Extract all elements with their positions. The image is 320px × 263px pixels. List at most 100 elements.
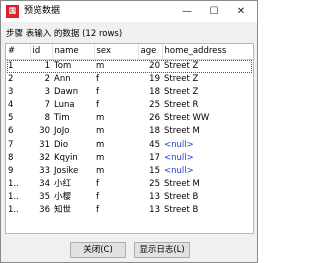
cell-name[interactable]: Tim	[52, 112, 94, 125]
cell-id[interactable]: 32	[30, 152, 52, 165]
cell-home-address[interactable]: Street M	[162, 178, 253, 191]
cell-sex[interactable]: m	[94, 165, 138, 178]
cell-name[interactable]: Tom	[52, 59, 94, 73]
maximize-icon[interactable]: ☐	[200, 1, 228, 22]
table-row[interactable]: 5 8 Tim m 26 Street WW	[6, 112, 253, 125]
table-row[interactable]: 9 33 Josike m 15 <null>	[6, 165, 253, 178]
cell-home-address[interactable]: <null>	[162, 152, 253, 165]
table-row[interactable]: 1.. 35 小樱 f 13 Street B	[6, 191, 253, 204]
cell-name[interactable]: Dio	[52, 138, 94, 151]
cell-rownum[interactable]: 3	[6, 86, 30, 99]
cell-sex[interactable]: m	[94, 112, 138, 125]
column-header[interactable]: #	[6, 44, 31, 60]
cell-age[interactable]: 17	[138, 152, 162, 165]
cell-id[interactable]: 7	[30, 99, 52, 112]
cell-sex[interactable]: m	[94, 152, 138, 165]
cell-home-address[interactable]: Street Z	[162, 59, 253, 73]
show-log-button[interactable]: 显示日志(L)	[134, 242, 190, 258]
cell-rownum[interactable]: 1..	[6, 204, 30, 217]
table-row[interactable]: 1.. 36 知世 f 13 Street B	[6, 204, 253, 217]
table-row[interactable]: 3 3 Dawn f 18 Street Z	[6, 86, 253, 99]
cell-name[interactable]: 小樱	[52, 191, 94, 204]
minimize-icon[interactable]: —	[173, 1, 201, 22]
cell-name[interactable]: 知世	[52, 204, 94, 217]
cell-home-address[interactable]: Street B	[162, 204, 253, 217]
title-bar[interactable]: 国 预览数据 — ☐ ✕	[1, 1, 257, 22]
cell-name[interactable]: 小红	[52, 178, 94, 191]
column-header[interactable]: sex	[94, 44, 139, 60]
cell-name[interactable]: Ann	[52, 73, 94, 86]
cell-rownum[interactable]: 1	[6, 59, 30, 73]
window-title: 预览数据	[24, 6, 61, 16]
cell-name[interactable]: Josike	[52, 165, 94, 178]
cell-rownum[interactable]: 7	[6, 138, 30, 151]
cell-sex[interactable]: m	[94, 125, 138, 138]
cell-id[interactable]: 3	[30, 86, 52, 99]
cell-sex[interactable]: f	[94, 99, 138, 112]
cell-age[interactable]: 25	[138, 99, 162, 112]
close-icon[interactable]: ✕	[227, 1, 255, 22]
cell-home-address[interactable]: Street Z	[162, 73, 253, 86]
cell-rownum[interactable]: 6	[6, 125, 30, 138]
cell-id[interactable]: 2	[30, 73, 52, 86]
data-table: # id name sex age home_address 1 1 Tom m 20 Street…	[6, 44, 253, 218]
cell-age[interactable]: 26	[138, 112, 162, 125]
column-header[interactable]: id	[30, 44, 53, 60]
cell-rownum[interactable]: 5	[6, 112, 30, 125]
table-row[interactable]: 1.. 34 小红 f 25 Street M	[6, 178, 253, 191]
cell-id[interactable]: 33	[30, 165, 52, 178]
cell-home-address[interactable]: Street Z	[162, 86, 253, 99]
cell-rownum[interactable]: 1..	[6, 191, 30, 204]
table-row[interactable]: 8 32 Kqyin m 17 <null>	[6, 152, 253, 165]
cell-id[interactable]: 36	[30, 204, 52, 217]
column-header[interactable]: home_address	[162, 44, 253, 60]
cell-sex[interactable]: f	[94, 86, 138, 99]
cell-sex[interactable]: m	[94, 138, 138, 151]
cell-sex[interactable]: m	[94, 59, 138, 73]
cell-id[interactable]: 1	[30, 59, 52, 73]
cell-sex[interactable]: f	[94, 73, 138, 86]
table-row[interactable]: 2 2 Ann f 19 Street Z	[6, 73, 253, 86]
cell-age[interactable]: 45	[138, 138, 162, 151]
table-row[interactable]: 7 31 Dio m 45 <null>	[6, 138, 253, 151]
preview-subtitle: 步骤 表输入 的数据 (12 rows)	[6, 29, 123, 39]
cell-home-address[interactable]: Street M	[162, 125, 253, 138]
data-grid[interactable]: # id name sex age home_address 1 1 Tom m 20 Street…	[5, 43, 254, 234]
cell-age[interactable]: 13	[138, 191, 162, 204]
cell-age[interactable]: 25	[138, 178, 162, 191]
close-button[interactable]: 关闭(C)	[70, 242, 126, 258]
column-header[interactable]: age	[138, 44, 163, 60]
cell-id[interactable]: 8	[30, 112, 52, 125]
cell-home-address[interactable]: <null>	[162, 165, 253, 178]
table-row[interactable]: 6 30 JoJo m 18 Street M	[6, 125, 253, 138]
cell-rownum[interactable]: 8	[6, 152, 30, 165]
cell-rownum[interactable]: 9	[6, 165, 30, 178]
cell-sex[interactable]: f	[94, 178, 138, 191]
cell-sex[interactable]: f	[94, 204, 138, 217]
table-row[interactable]: 4 7 Luna f 25 Street R	[6, 99, 253, 112]
cell-name[interactable]: JoJo	[52, 125, 94, 138]
cell-id[interactable]: 30	[30, 125, 52, 138]
cell-id[interactable]: 31	[30, 138, 52, 151]
cell-home-address[interactable]: Street B	[162, 191, 253, 204]
cell-rownum[interactable]: 4	[6, 99, 30, 112]
cell-home-address[interactable]: Street WW	[162, 112, 253, 125]
cell-rownum[interactable]: 2	[6, 73, 30, 86]
cell-age[interactable]: 18	[138, 86, 162, 99]
cell-id[interactable]: 35	[30, 191, 52, 204]
cell-home-address[interactable]: <null>	[162, 138, 253, 151]
cell-name[interactable]: Dawn	[52, 86, 94, 99]
table-row[interactable]: 1 1 Tom m 20 Street Z	[6, 59, 253, 73]
cell-rownum[interactable]: 1..	[6, 178, 30, 191]
cell-name[interactable]: Luna	[52, 99, 94, 112]
cell-age[interactable]: 20	[138, 59, 162, 73]
cell-age[interactable]: 19	[138, 73, 162, 86]
cell-sex[interactable]: f	[94, 191, 138, 204]
cell-home-address[interactable]: Street R	[162, 99, 253, 112]
cell-id[interactable]: 34	[30, 178, 52, 191]
cell-age[interactable]: 13	[138, 204, 162, 217]
cell-age[interactable]: 15	[138, 165, 162, 178]
cell-name[interactable]: Kqyin	[52, 152, 94, 165]
cell-age[interactable]: 18	[138, 125, 162, 138]
column-header[interactable]: name	[52, 44, 95, 60]
